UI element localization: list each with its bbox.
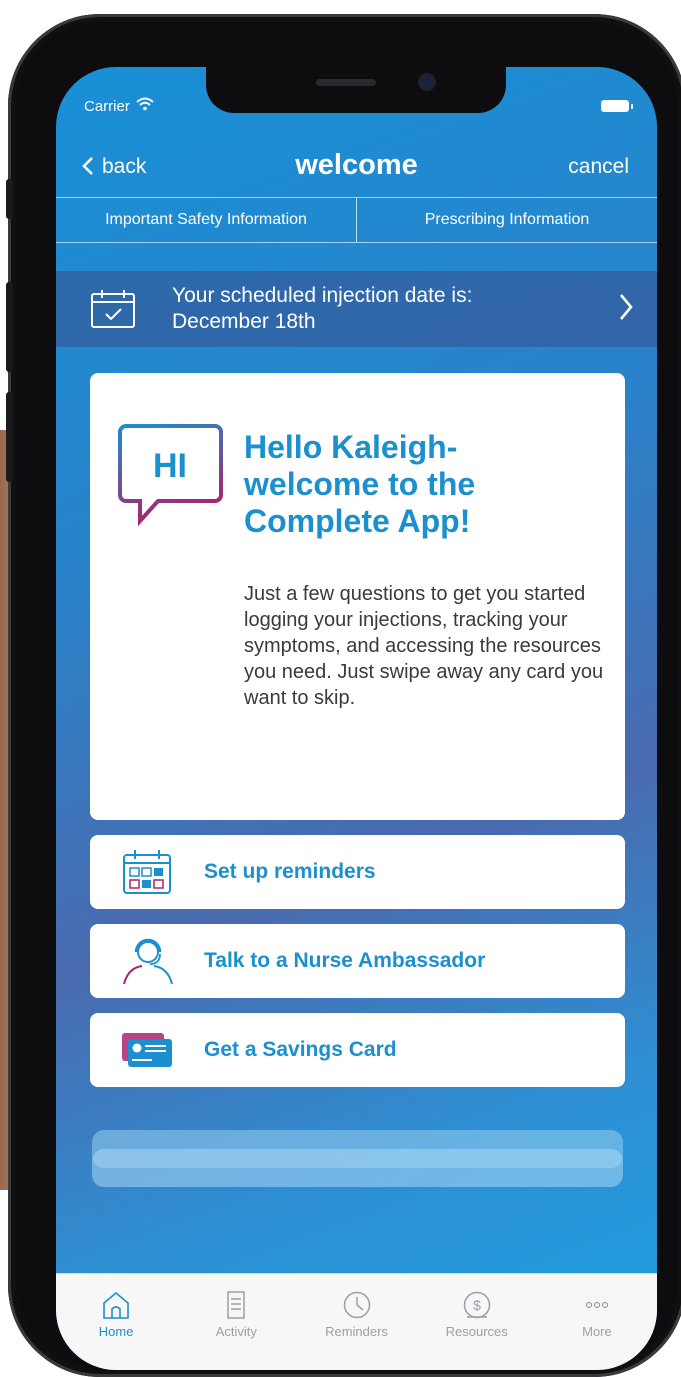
savings-card-icon <box>122 1033 172 1067</box>
tab-home[interactable]: Home <box>56 1274 176 1370</box>
mute-switch <box>6 179 13 219</box>
welcome-heading: Hello Kaleigh- welcome to the Complete A… <box>244 429 476 539</box>
set-up-reminders-button[interactable]: Set up reminders <box>90 835 625 909</box>
speaker <box>316 79 376 86</box>
carrier-label: Carrier <box>84 97 154 115</box>
card-stack-layer <box>92 1149 623 1187</box>
tab-bar: Home Activity Reminders $ Resources More <box>56 1273 657 1370</box>
chevron-right-icon <box>620 294 633 320</box>
phone-frame: Carrier back welcome cancel Important Sa… <box>6 14 681 1377</box>
front-camera <box>420 75 434 89</box>
prescribing-info-link[interactable]: Prescribing Information <box>357 198 657 242</box>
talk-to-nurse-label: Talk to a Nurse Ambassador <box>204 949 486 972</box>
wifi-icon <box>136 97 154 111</box>
app-screen: Carrier back welcome cancel Important Sa… <box>56 67 657 1370</box>
more-icon <box>585 1301 609 1309</box>
activity-icon <box>227 1291 246 1319</box>
welcome-body-text: Just a few questions to get you started … <box>244 583 604 709</box>
important-safety-info-link[interactable]: Important Safety Information <box>56 198 356 242</box>
tab-more[interactable]: More <box>537 1274 657 1370</box>
hi-badge-text: HI <box>153 447 187 485</box>
tab-activity[interactable]: Activity <box>176 1274 296 1370</box>
talk-to-nurse-button[interactable]: Talk to a Nurse Ambassador <box>90 924 625 998</box>
home-icon <box>103 1291 129 1319</box>
volume-down-button <box>6 392 13 482</box>
welcome-card[interactable]: HI Hello Kaleigh- welcome to the Complet… <box>90 373 625 820</box>
dollar-icon: $ <box>463 1291 490 1319</box>
nav-bar: back welcome cancel <box>56 147 657 187</box>
tab-reminders[interactable]: Reminders <box>296 1274 416 1370</box>
scheduled-injection-text: Your scheduled injection date is: Decemb… <box>172 284 473 333</box>
clock-icon <box>343 1291 370 1319</box>
set-up-reminders-label: Set up reminders <box>204 860 376 883</box>
tab-resources[interactable]: $ Resources <box>417 1274 537 1370</box>
scheduled-injection-banner[interactable]: Your scheduled injection date is: Decemb… <box>56 271 657 347</box>
page-title: welcome <box>295 149 418 181</box>
calendar-check-icon <box>91 290 135 328</box>
get-savings-card-label: Get a Savings Card <box>204 1038 397 1061</box>
battery-icon <box>601 100 633 112</box>
status-bar: Carrier <box>84 97 633 117</box>
cancel-button[interactable]: cancel <box>568 155 629 179</box>
info-links-bar: Important Safety Information Prescribing… <box>56 197 657 243</box>
calendar-icon <box>123 850 171 894</box>
get-savings-card-button[interactable]: Get a Savings Card <box>90 1013 625 1087</box>
hi-speech-bubble-icon: HI <box>118 424 223 527</box>
volume-up-button <box>6 282 13 372</box>
nurse-headset-icon <box>123 938 173 984</box>
svg-text:$: $ <box>473 1297 481 1313</box>
